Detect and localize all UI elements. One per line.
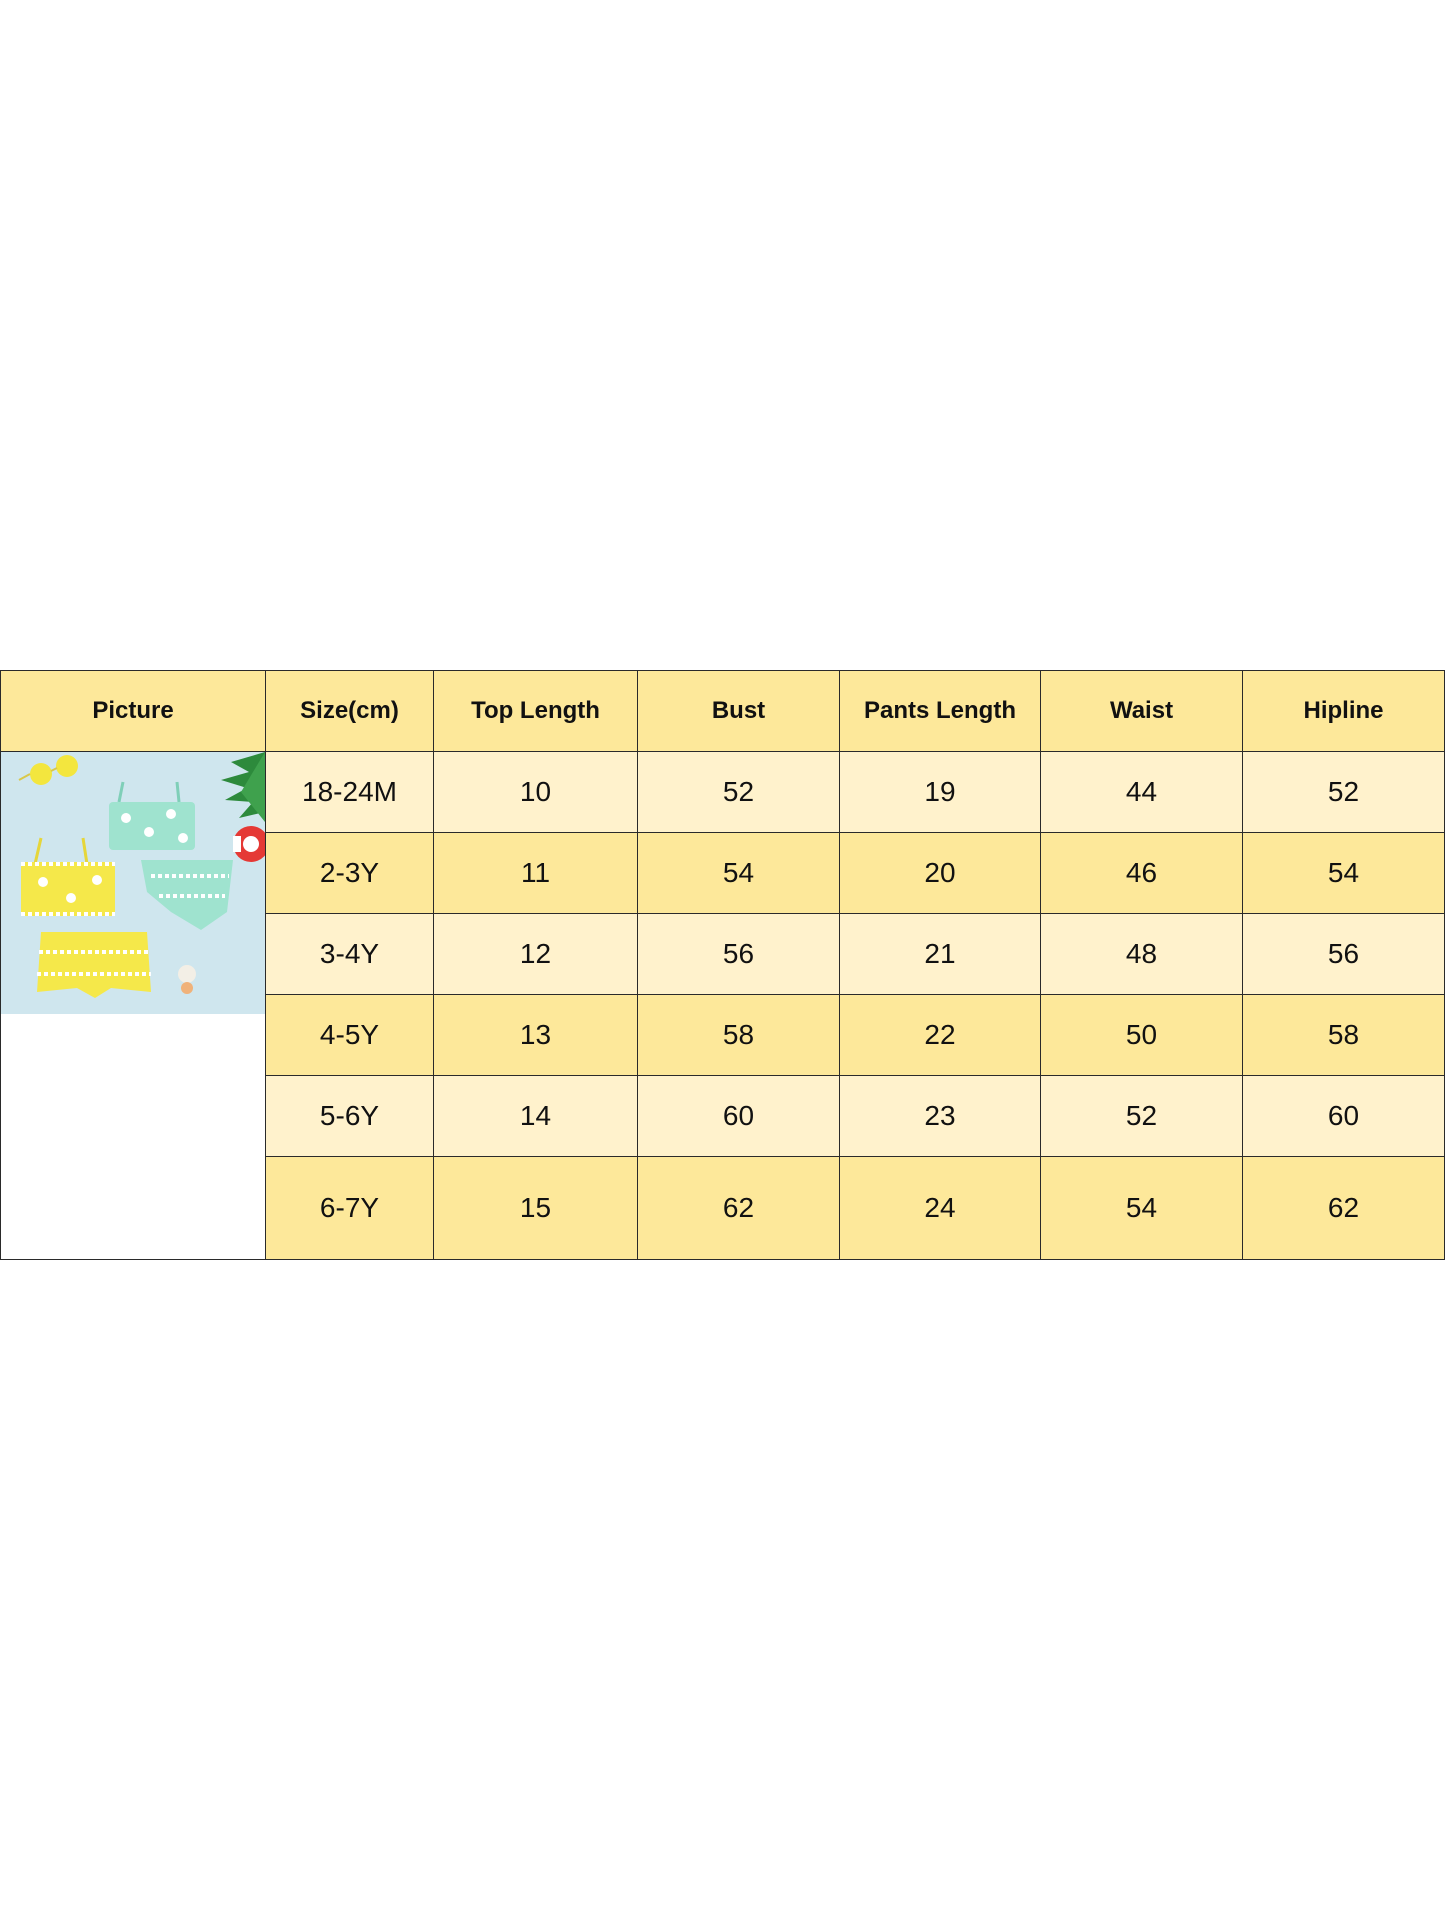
cell-size: 4-5Y (265, 994, 434, 1076)
cell-hipline: 62 (1242, 1156, 1445, 1260)
cell-top-length: 11 (433, 832, 638, 914)
cell-bust: 62 (637, 1156, 840, 1260)
cell-bust: 60 (637, 1075, 840, 1157)
cell-size: 6-7Y (265, 1156, 434, 1260)
header-hipline: Hipline (1242, 670, 1445, 752)
header-top-length: Top Length (433, 670, 638, 752)
cell-size: 18-24M (265, 751, 434, 833)
header-waist: Waist (1040, 670, 1243, 752)
header-bust: Bust (637, 670, 840, 752)
size-chart: Picture Size(cm) Top Length Bust Pants L… (0, 670, 1445, 1260)
cell-hipline: 54 (1242, 832, 1445, 914)
header-size: Size(cm) (265, 670, 434, 752)
cell-bust: 52 (637, 751, 840, 833)
size-table: Picture Size(cm) Top Length Bust Pants L… (0, 670, 1445, 1260)
cell-waist: 46 (1040, 832, 1243, 914)
cell-waist: 52 (1040, 1075, 1243, 1157)
cell-hipline: 56 (1242, 913, 1445, 995)
cell-pants-length: 21 (839, 913, 1041, 995)
cell-pants-length: 19 (839, 751, 1041, 833)
cell-hipline: 60 (1242, 1075, 1445, 1157)
cell-size: 2-3Y (265, 832, 434, 914)
cell-size: 5-6Y (265, 1075, 434, 1157)
cell-bust: 58 (637, 994, 840, 1076)
cell-hipline: 52 (1242, 751, 1445, 833)
cell-top-length: 14 (433, 1075, 638, 1157)
cell-top-length: 13 (433, 994, 638, 1076)
swimsuit-illustration (1, 752, 265, 1014)
cell-pants-length: 22 (839, 994, 1041, 1076)
cell-pants-length: 24 (839, 1156, 1041, 1260)
header-picture: Picture (0, 670, 266, 752)
cell-waist: 48 (1040, 913, 1243, 995)
cell-bust: 54 (637, 832, 840, 914)
cell-size: 3-4Y (265, 913, 434, 995)
header-row: Picture Size(cm) Top Length Bust Pants L… (0, 670, 1445, 752)
cell-waist: 50 (1040, 994, 1243, 1076)
cell-top-length: 12 (433, 913, 638, 995)
product-picture-cell (0, 751, 266, 1260)
cell-waist: 54 (1040, 1156, 1243, 1260)
table-row: 18-24M 10 52 19 44 52 (0, 751, 1445, 1260)
yellow-bottom-icon (37, 932, 151, 998)
header-pants-length: Pants Length (839, 670, 1041, 752)
cell-pants-length: 20 (839, 832, 1041, 914)
cell-waist: 44 (1040, 751, 1243, 833)
cell-top-length: 15 (433, 1156, 638, 1260)
cell-hipline: 58 (1242, 994, 1445, 1076)
cell-pants-length: 23 (839, 1075, 1041, 1157)
cell-bust: 56 (637, 913, 840, 995)
swimsuit-product-photo (1, 752, 265, 1014)
cell-top-length: 10 (433, 751, 638, 833)
